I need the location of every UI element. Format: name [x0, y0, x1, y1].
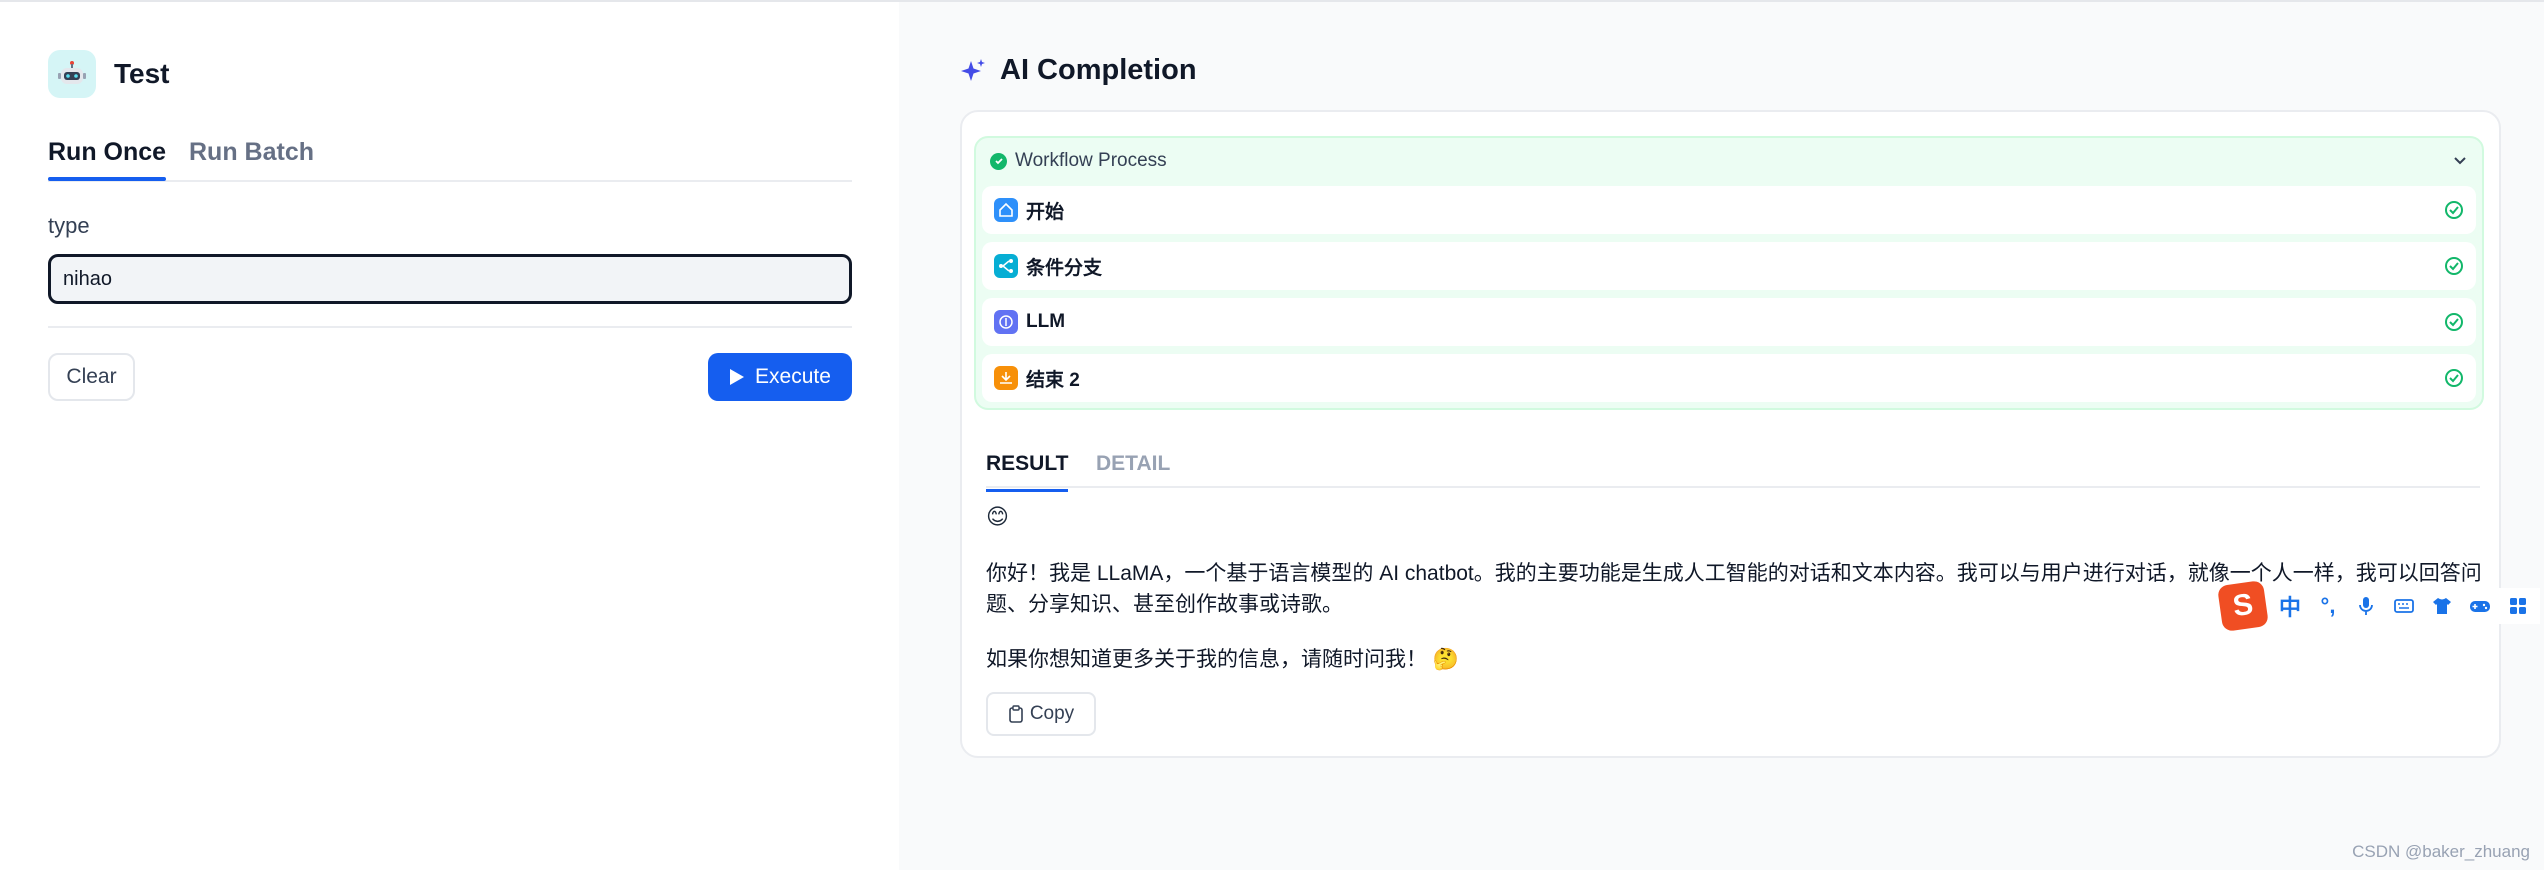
robot-icon — [48, 50, 96, 98]
execute-button[interactable]: Execute — [708, 353, 852, 401]
workflow-node-start[interactable]: 开始 — [982, 186, 2476, 234]
ime-chinese-mode[interactable]: 中 — [2278, 594, 2302, 620]
clipboard-icon — [1009, 705, 1023, 723]
execute-label: Execute — [755, 365, 831, 388]
type-input[interactable] — [48, 254, 852, 304]
app-title: Test — [114, 58, 170, 89]
ime-toolbar[interactable]: S 中 °, — [2217, 580, 2544, 632]
run-tabs: Run Once Run Batch — [48, 134, 852, 182]
result-tabs: RESULT DETAIL — [986, 428, 2480, 492]
tab-detail[interactable]: DETAIL — [1096, 452, 1170, 476]
copy-label: Copy — [1029, 703, 1075, 724]
sparkle-icon — [961, 58, 985, 81]
tab-run-once[interactable]: Run Once — [48, 138, 167, 181]
success-check-icon — [990, 152, 1007, 170]
workflow-header-label: Workflow Process — [1015, 150, 1167, 171]
run-panel: Test Run Once Run Batch type Clear Execu… — [0, 2, 899, 870]
workflow-process: Workflow Process 开始 条件分支 LLM 结束 2 — [974, 136, 2484, 410]
workflow-header[interactable]: Workflow Process — [990, 150, 1167, 172]
check-circle-icon — [2445, 201, 2463, 219]
apps-icon[interactable] — [2506, 594, 2530, 618]
ime-punctuation[interactable]: °, — [2316, 593, 2340, 618]
workflow-node-end[interactable]: 结束 2 — [982, 354, 2476, 402]
check-circle-icon — [2445, 257, 2463, 275]
shirt-icon[interactable] — [2430, 594, 2454, 618]
result-header: AI Completion — [960, 54, 1197, 87]
tab-run-batch[interactable]: Run Batch — [189, 138, 314, 167]
sogou-logo-icon[interactable]: S — [2217, 580, 2269, 632]
check-circle-icon — [2445, 313, 2463, 331]
result-panel: AI Completion Workflow Process 开始 条件分支 L… — [899, 2, 2544, 870]
branch-icon — [994, 254, 1018, 278]
tab-result[interactable]: RESULT — [986, 452, 1069, 492]
node-label: 结束 2 — [1026, 369, 1080, 391]
node-label: LLM — [1026, 311, 1066, 332]
keyboard-icon[interactable] — [2392, 594, 2416, 618]
end-icon — [994, 366, 1018, 390]
llm-icon — [994, 310, 1018, 334]
clear-button[interactable]: Clear — [48, 353, 135, 401]
app-header: Test — [48, 50, 170, 98]
result-title: AI Completion — [1000, 54, 1197, 86]
workflow-node-branch[interactable]: 条件分支 — [982, 242, 2476, 290]
ime-bar: 中 °, — [2268, 588, 2540, 624]
smile-emoji: 😊 — [986, 504, 1009, 529]
workflow-node-llm[interactable]: LLM — [982, 298, 2476, 346]
form-divider — [48, 326, 852, 328]
gamepad-icon[interactable] — [2468, 594, 2492, 618]
home-icon — [994, 198, 1018, 222]
chevron-down-icon[interactable] — [2452, 152, 2468, 168]
result-card: Workflow Process 开始 条件分支 LLM 结束 2 RESULT… — [960, 110, 2501, 758]
check-circle-icon — [2445, 369, 2463, 387]
play-icon — [730, 369, 745, 385]
node-label: 条件分支 — [1026, 257, 1103, 279]
watermark: CSDN @baker_zhuang — [2352, 842, 2530, 861]
copy-button[interactable]: Copy — [986, 692, 1096, 736]
type-field-label: type — [48, 213, 90, 238]
result-paragraph-2: 如果你想知道更多关于我的信息，请随时问我！ 🤔 — [986, 648, 1459, 671]
mic-icon[interactable] — [2354, 594, 2378, 618]
node-label: 开始 — [1026, 201, 1065, 223]
